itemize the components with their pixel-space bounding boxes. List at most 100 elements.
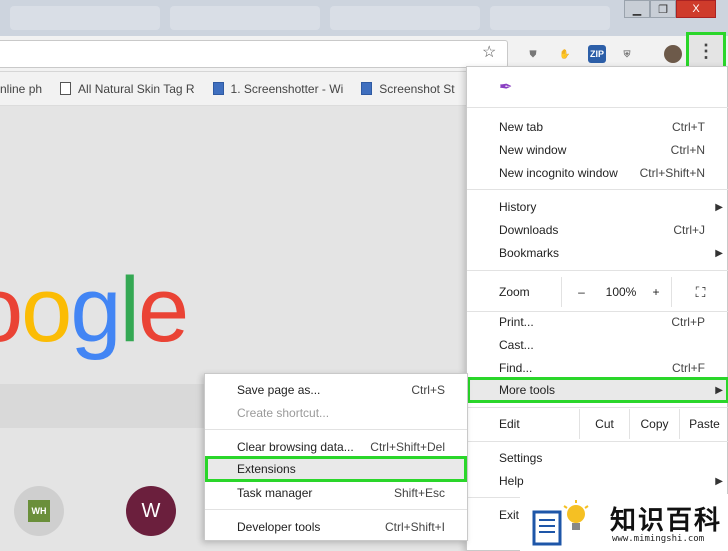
edit-row: Edit Cut Copy Paste bbox=[467, 409, 728, 439]
avatar[interactable] bbox=[664, 45, 682, 63]
cut-label: Cut bbox=[595, 417, 614, 431]
menu-label: Save page as... bbox=[237, 383, 321, 397]
shield-icon[interactable]: ⛊ bbox=[524, 45, 542, 63]
menu-label: Clear browsing data... bbox=[237, 440, 354, 454]
menu-label: New window bbox=[499, 143, 567, 157]
menu-shortcut: Ctrl+Shift+N bbox=[639, 166, 705, 180]
shield-check-icon[interactable]: ⛨ bbox=[618, 45, 636, 63]
book-bulb-icon bbox=[532, 500, 589, 546]
minimize-icon: ▁ bbox=[632, 3, 642, 16]
menu-label: Settings bbox=[499, 451, 543, 465]
menu-item-print[interactable]: Print... Ctrl+P bbox=[467, 311, 728, 333]
submenu-item-save-page[interactable]: Save page as... Ctrl+S bbox=[205, 379, 467, 401]
zoom-label: Zoom bbox=[499, 285, 530, 299]
menu-item-find[interactable]: Find... Ctrl+F bbox=[467, 357, 728, 379]
menu-item-new-incognito[interactable]: New incognito window Ctrl+Shift+N bbox=[467, 162, 728, 184]
tab[interactable] bbox=[10, 6, 160, 30]
submenu-item-task-manager[interactable]: Task manager Shift+Esc bbox=[205, 482, 467, 504]
menu-kebab-icon[interactable]: ⋮ bbox=[686, 32, 726, 70]
menu-item-new-window[interactable]: New window Ctrl+N bbox=[467, 139, 728, 161]
menu-label: Extensions bbox=[237, 462, 296, 476]
zoom-in-button[interactable]: + bbox=[641, 277, 671, 307]
logo-letter: o bbox=[21, 259, 72, 361]
menu-shortcut: Ctrl+N bbox=[670, 143, 705, 157]
menu-shortcut: Ctrl+J bbox=[673, 223, 705, 237]
page-icon bbox=[60, 82, 72, 95]
doc-icon bbox=[212, 82, 224, 95]
tab[interactable] bbox=[490, 6, 610, 30]
watermark-title: 知识百科 bbox=[610, 506, 723, 536]
menu-item-history[interactable]: History ▶ bbox=[467, 196, 728, 218]
star-icon[interactable]: ☆ bbox=[482, 42, 496, 62]
bookmark-item[interactable]: nline ph bbox=[0, 82, 42, 96]
bookmark-label: All Natural Skin Tag R bbox=[78, 81, 195, 96]
cut-button[interactable]: Cut bbox=[579, 409, 629, 439]
close-button[interactable]: X bbox=[676, 0, 716, 18]
watermark-url: www.mimingshi.com bbox=[612, 534, 705, 544]
bookmarks-bar: nline ph All Natural Skin Tag R 1. Scree… bbox=[0, 72, 466, 106]
bookmark-item[interactable]: Screenshot St bbox=[361, 81, 455, 96]
menu-item-more-tools[interactable]: More tools ▶ bbox=[467, 377, 728, 403]
menu-label: Bookmarks bbox=[499, 246, 560, 260]
minus-icon: – bbox=[578, 285, 585, 299]
zip-icon[interactable]: ZIP bbox=[588, 45, 606, 63]
bookmark-label: 1. Screenshotter - Wi bbox=[230, 81, 344, 96]
tab[interactable] bbox=[170, 6, 320, 30]
menu-item-help[interactable]: Help ▶ bbox=[467, 470, 728, 492]
bookmark-label: nline ph bbox=[0, 81, 43, 96]
copy-button[interactable]: Copy bbox=[629, 409, 679, 439]
copy-label: Copy bbox=[640, 417, 669, 431]
menu-label: More tools bbox=[499, 383, 556, 397]
google-logo: oogle bbox=[0, 258, 189, 363]
minimize-button[interactable]: ▁ bbox=[624, 0, 650, 18]
menu-label: Create shortcut... bbox=[237, 406, 330, 420]
submenu-item-clear-data[interactable]: Clear browsing data... Ctrl+Shift+Del bbox=[205, 436, 467, 458]
zoom-row: Zoom – 100% + ⛶ bbox=[467, 277, 728, 307]
menu-label: Cast... bbox=[499, 338, 534, 352]
menu-item-bookmarks[interactable]: Bookmarks ▶ bbox=[467, 242, 728, 264]
close-icon: X bbox=[692, 3, 700, 15]
address-bar[interactable] bbox=[0, 40, 508, 68]
menu-label: New incognito window bbox=[499, 166, 618, 180]
watermark: 知识百科 www.mimingshi.com bbox=[520, 494, 728, 551]
tile-wh-icon: WH bbox=[28, 500, 50, 522]
menu-label: New tab bbox=[499, 120, 544, 134]
menu-shortcut: Ctrl+Shift+Del bbox=[370, 440, 445, 454]
restore-button[interactable]: ❐ bbox=[650, 0, 676, 18]
menu-label: Task manager bbox=[237, 486, 313, 500]
chrome-main-menu: ✒ New tab Ctrl+T New window Ctrl+N New inc… bbox=[466, 66, 728, 551]
menu-label: Help bbox=[499, 474, 524, 488]
more-tools-submenu: Save page as... Ctrl+S Create shortcut...… bbox=[204, 373, 468, 541]
doc-icon bbox=[361, 82, 373, 95]
paste-label: Paste bbox=[689, 417, 720, 431]
bookmark-item[interactable]: 1. Screenshotter - Wi bbox=[212, 81, 344, 96]
chevron-right-icon: ▶ bbox=[715, 201, 723, 213]
restore-icon: ❐ bbox=[658, 3, 668, 16]
zoom-out-button[interactable]: – bbox=[561, 277, 601, 307]
bookmark-item[interactable]: All Natural Skin Tag R bbox=[60, 82, 195, 96]
menu-label: Print... bbox=[499, 315, 534, 329]
menu-label: Developer tools bbox=[237, 520, 321, 534]
tab[interactable] bbox=[330, 6, 480, 30]
paste-button[interactable]: Paste bbox=[679, 409, 728, 439]
chevron-right-icon: ▶ bbox=[715, 384, 723, 396]
menu-item-downloads[interactable]: Downloads Ctrl+J bbox=[467, 219, 728, 241]
menu-label: Exit bbox=[499, 508, 520, 522]
menu-item-cast[interactable]: Cast... bbox=[467, 334, 728, 356]
logo-letter: l bbox=[119, 259, 141, 361]
plus-icon: + bbox=[652, 285, 660, 299]
submenu-item-dev-tools[interactable]: Developer tools Ctrl+Shift+I bbox=[205, 516, 467, 538]
fullscreen-button[interactable]: ⛶ bbox=[671, 277, 728, 307]
submenu-item-extensions[interactable]: Extensions bbox=[205, 456, 467, 482]
shortcut-tile[interactable]: W bbox=[126, 486, 176, 536]
menu-item-new-tab[interactable]: New tab Ctrl+T bbox=[467, 116, 728, 138]
menu-shortcut: Ctrl+F bbox=[672, 361, 705, 375]
submenu-item-create-shortcut: Create shortcut... bbox=[205, 402, 467, 424]
bookmark-label: Screenshot St bbox=[379, 81, 455, 96]
extension-icon[interactable]: ✋ bbox=[556, 45, 574, 63]
menu-shortcut: Ctrl+S bbox=[411, 383, 445, 397]
menu-shortcut: Ctrl+Shift+I bbox=[384, 520, 445, 534]
shortcut-tile[interactable]: WH bbox=[14, 486, 64, 536]
tab-strip: ▁ ❐ X bbox=[0, 0, 728, 36]
menu-item-settings[interactable]: Settings bbox=[467, 447, 728, 469]
